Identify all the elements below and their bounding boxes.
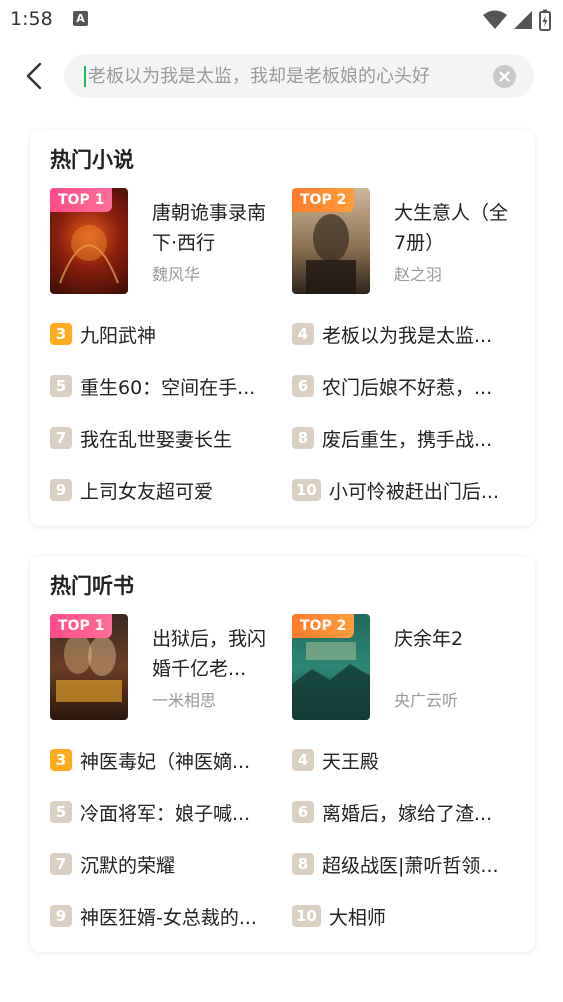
book-title: 神医毒妃（神医嫡... — [80, 750, 251, 773]
book-title: 大生意人（全7册） — [394, 202, 509, 254]
top-book-2[interactable]: TOP 2 大生意人（全7册） 赵之羽 — [292, 188, 522, 298]
book-author: 赵之羽 — [394, 265, 443, 284]
clear-search-button[interactable] — [493, 65, 516, 88]
book-title: 小可怜被赶出门后... — [328, 480, 499, 503]
search-input[interactable] — [88, 54, 488, 98]
list-item[interactable]: 4 天王殿 — [292, 744, 507, 776]
rank-number: 3 — [50, 323, 72, 345]
book-title: 重生60：空间在手... — [80, 376, 256, 399]
book-title: 上司女友超可爱 — [80, 480, 214, 503]
book-cover: TOP 1 — [50, 188, 128, 294]
list-item[interactable]: 6 农门后娘不好惹，... — [292, 370, 507, 402]
list-item[interactable]: 8 超级战医|萧听哲领... — [292, 848, 507, 880]
list-item[interactable]: 3 九阳武神 — [50, 318, 265, 350]
rank-badge: TOP 1 — [50, 188, 113, 212]
rank-badge: TOP 2 — [292, 614, 355, 638]
app-notification-icon: A — [73, 11, 88, 26]
section-title: 热门听书 — [50, 574, 134, 598]
list-item[interactable]: 5 重生60：空间在手... — [50, 370, 265, 402]
rank-number: 4 — [292, 323, 314, 345]
list-item[interactable]: 9 神医狂婿-女总裁的... — [50, 900, 265, 932]
book-title: 庆余年2 — [394, 628, 464, 650]
book-title: 大相师 — [328, 906, 386, 929]
rank-number: 5 — [50, 375, 72, 397]
book-title: 老板以为我是太监... — [322, 324, 493, 347]
list-item[interactable]: 10 大相师 — [292, 900, 514, 932]
list-item[interactable]: 7 沉默的荣耀 — [50, 848, 265, 880]
list-item[interactable]: 10 小可怜被赶出门后... — [292, 474, 514, 506]
rank-number: 10 — [292, 905, 321, 927]
book-title: 我在乱世娶妻长生 — [80, 428, 233, 451]
top-book-2[interactable]: TOP 2 庆余年2 央广云听 — [292, 614, 522, 724]
text-cursor — [84, 66, 86, 87]
search-header — [0, 50, 563, 102]
status-bar: 1:58 A — [0, 0, 563, 40]
wifi-icon — [483, 10, 507, 29]
list-item[interactable]: 7 我在乱世娶妻长生 — [50, 422, 265, 454]
rank-number: 4 — [292, 749, 314, 771]
section-title: 热门小说 — [50, 148, 134, 172]
list-item[interactable]: 4 老板以为我是太监... — [292, 318, 507, 350]
list-item[interactable]: 9 上司女友超可爱 — [50, 474, 265, 506]
list-item[interactable]: 3 神医毒妃（神医嫡... — [50, 744, 265, 776]
book-title: 冷面将军：娘子喊... — [80, 802, 251, 825]
rank-number: 5 — [50, 801, 72, 823]
rank-number: 6 — [292, 375, 314, 397]
book-author: 魏风华 — [152, 265, 201, 284]
close-icon — [499, 71, 510, 82]
book-title: 农门后娘不好惹，... — [322, 376, 493, 399]
book-cover: TOP 2 — [292, 188, 370, 294]
rank-badge: TOP 2 — [292, 188, 355, 212]
book-title: 超级战医|萧听哲领... — [322, 854, 499, 877]
book-title: 沉默的荣耀 — [80, 854, 176, 877]
rank-number: 10 — [292, 479, 321, 501]
rank-number: 3 — [50, 749, 72, 771]
status-icons — [483, 9, 551, 31]
book-title: 出狱后，我闪婚千亿老... — [152, 628, 267, 680]
book-title: 九阳武神 — [80, 324, 157, 347]
book-title: 废后重生，携手战... — [322, 428, 493, 451]
book-title: 唐朝诡事录南下·西行 — [152, 202, 267, 254]
book-cover: TOP 2 — [292, 614, 370, 720]
rank-number: 7 — [50, 427, 72, 449]
back-arrow-icon — [26, 62, 42, 90]
hot-audiobooks-card: 热门听书 TOP 1 出狱后，我闪婚千亿老... 一米相思 TOP 2 庆余年2… — [30, 556, 535, 952]
rank-number: 8 — [292, 853, 314, 875]
rank-number: 7 — [50, 853, 72, 875]
book-title: 神医狂婿-女总裁的... — [80, 906, 257, 929]
book-title: 天王殿 — [322, 750, 380, 773]
rank-number: 6 — [292, 801, 314, 823]
rank-number: 9 — [50, 905, 72, 927]
status-time: 1:58 — [10, 8, 53, 30]
hot-novels-card: 热门小说 TOP 1 唐朝诡事录南下·西行 魏风华 TOP 2 大生意人（全7册… — [30, 130, 535, 526]
list-item[interactable]: 6 离婚后，嫁给了渣... — [292, 796, 507, 828]
list-item[interactable]: 5 冷面将军：娘子喊... — [50, 796, 265, 828]
top-book-1[interactable]: TOP 1 唐朝诡事录南下·西行 魏风华 — [50, 188, 280, 298]
rank-number: 9 — [50, 479, 72, 501]
book-title: 离婚后，嫁给了渣... — [322, 802, 493, 825]
back-button[interactable] — [18, 58, 50, 94]
rank-badge: TOP 1 — [50, 614, 113, 638]
rank-number: 8 — [292, 427, 314, 449]
book-author: 一米相思 — [152, 691, 217, 710]
signal-icon — [514, 11, 532, 29]
book-cover: TOP 1 — [50, 614, 128, 720]
book-author: 央广云听 — [394, 691, 459, 710]
battery-icon — [539, 9, 551, 31]
list-item[interactable]: 8 废后重生，携手战... — [292, 422, 507, 454]
search-box[interactable] — [64, 54, 534, 98]
top-book-1[interactable]: TOP 1 出狱后，我闪婚千亿老... 一米相思 — [50, 614, 280, 724]
